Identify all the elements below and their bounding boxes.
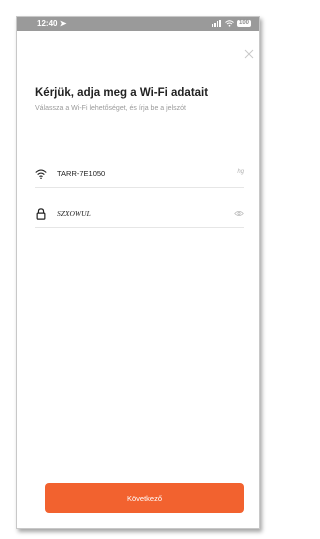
eye-icon[interactable] bbox=[234, 210, 244, 217]
wifi-network-field[interactable]: TARR-7E1050 hg bbox=[35, 161, 244, 188]
status-time: 12:40 ➤ bbox=[37, 19, 67, 28]
page-subtitle: Válassza a Wi-Fi lehetőséget, és írja be… bbox=[35, 105, 186, 112]
lock-icon bbox=[36, 208, 46, 220]
wifi-ssid-value: TARR-7E1050 bbox=[57, 169, 106, 178]
wifi-status-icon bbox=[225, 19, 234, 27]
status-bar: 12:40 ➤ 100 bbox=[17, 17, 259, 31]
password-field[interactable]: SZXOWUL bbox=[35, 201, 244, 228]
close-icon[interactable] bbox=[244, 49, 254, 59]
battery-icon: 100 bbox=[236, 19, 251, 27]
signal-icon bbox=[211, 19, 222, 27]
next-button[interactable]: Következő bbox=[45, 483, 244, 513]
page-title: Kérjük, adja meg a Wi-Fi adatait bbox=[35, 87, 209, 99]
phone-screen: 12:40 ➤ 100 Kérjük, adja meg a Wi-Fi ada… bbox=[16, 16, 260, 529]
wifi-ssid-hint: hg bbox=[237, 169, 244, 175]
password-value: SZXOWUL bbox=[57, 209, 91, 218]
wifi-icon bbox=[35, 169, 47, 179]
status-indicators: 100 bbox=[211, 19, 251, 27]
